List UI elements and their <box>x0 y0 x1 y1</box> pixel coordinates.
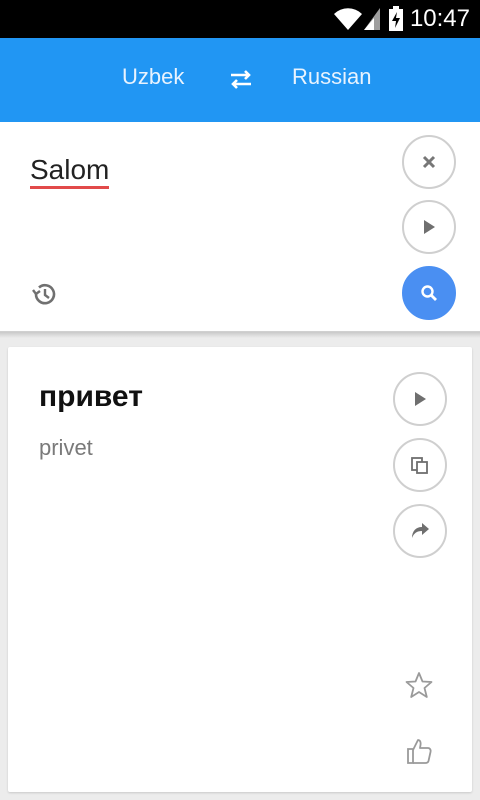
share-button[interactable] <box>393 504 447 558</box>
search-icon <box>421 285 437 301</box>
translate-search-button[interactable] <box>402 266 456 320</box>
status-bar: 10:47 <box>0 0 480 38</box>
source-language-button[interactable]: Uzbek <box>122 64 184 90</box>
status-time: 10:47 <box>409 5 470 32</box>
app-bar: Uzbek Russian <box>0 38 480 122</box>
play-icon <box>424 220 435 234</box>
history-icon[interactable] <box>30 280 58 308</box>
play-translation-button[interactable] <box>393 372 447 426</box>
signal-icon <box>364 8 380 30</box>
copy-icon <box>411 457 428 474</box>
result-card: привет privet <box>8 347 472 792</box>
divider <box>0 332 480 338</box>
transliteration-text: privet <box>39 435 93 460</box>
play-icon <box>415 392 426 406</box>
share-icon <box>412 523 429 538</box>
thumbs-up-icon <box>407 739 432 764</box>
play-source-button[interactable] <box>402 200 456 254</box>
star-icon <box>405 672 433 698</box>
rate-button[interactable] <box>403 735 435 767</box>
source-text-input[interactable]: Salom <box>30 154 110 189</box>
favorite-button[interactable] <box>403 669 435 701</box>
input-panel: Salom <box>0 122 480 332</box>
clear-button[interactable] <box>402 135 456 189</box>
copy-button[interactable] <box>393 438 447 492</box>
swap-arrows-icon[interactable] <box>228 66 254 92</box>
wifi-icon <box>334 8 362 30</box>
target-language-button[interactable]: Russian <box>292 64 371 90</box>
close-icon <box>422 155 436 169</box>
battery-charging-icon <box>389 6 403 31</box>
source-text: Salom <box>30 154 110 189</box>
translation-text: привет <box>39 380 143 413</box>
